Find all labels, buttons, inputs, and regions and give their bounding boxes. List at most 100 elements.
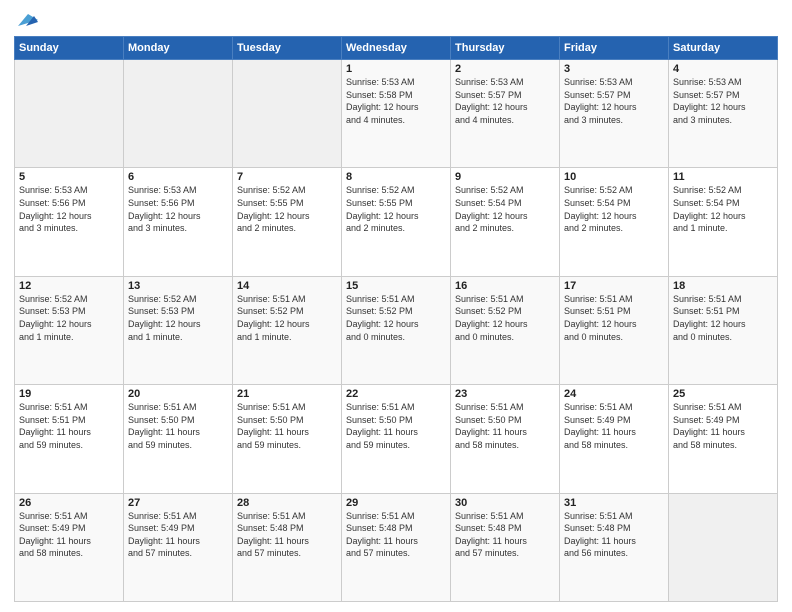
calendar-cell — [669, 493, 778, 601]
day-number: 31 — [564, 497, 664, 509]
day-info: Sunrise: 5:51 AM Sunset: 5:48 PM Dayligh… — [237, 510, 337, 560]
calendar-cell: 27Sunrise: 5:51 AM Sunset: 5:49 PM Dayli… — [124, 493, 233, 601]
week-row-2: 12Sunrise: 5:52 AM Sunset: 5:53 PM Dayli… — [15, 276, 778, 384]
calendar-cell — [124, 60, 233, 168]
day-info: Sunrise: 5:52 AM Sunset: 5:53 PM Dayligh… — [19, 293, 119, 343]
day-number: 13 — [128, 280, 228, 292]
day-number: 15 — [346, 280, 446, 292]
calendar-cell: 25Sunrise: 5:51 AM Sunset: 5:49 PM Dayli… — [669, 385, 778, 493]
day-info: Sunrise: 5:53 AM Sunset: 5:58 PM Dayligh… — [346, 76, 446, 126]
calendar-cell: 23Sunrise: 5:51 AM Sunset: 5:50 PM Dayli… — [451, 385, 560, 493]
week-row-4: 26Sunrise: 5:51 AM Sunset: 5:49 PM Dayli… — [15, 493, 778, 601]
week-row-0: 1Sunrise: 5:53 AM Sunset: 5:58 PM Daylig… — [15, 60, 778, 168]
day-header-monday: Monday — [124, 37, 233, 60]
day-number: 22 — [346, 388, 446, 400]
day-header-row: SundayMondayTuesdayWednesdayThursdayFrid… — [15, 37, 778, 60]
calendar-cell: 17Sunrise: 5:51 AM Sunset: 5:51 PM Dayli… — [560, 276, 669, 384]
day-info: Sunrise: 5:53 AM Sunset: 5:57 PM Dayligh… — [564, 76, 664, 126]
calendar-cell: 14Sunrise: 5:51 AM Sunset: 5:52 PM Dayli… — [233, 276, 342, 384]
day-number: 26 — [19, 497, 119, 509]
day-header-thursday: Thursday — [451, 37, 560, 60]
day-number: 5 — [19, 171, 119, 183]
day-number: 24 — [564, 388, 664, 400]
page: SundayMondayTuesdayWednesdayThursdayFrid… — [0, 0, 792, 612]
day-number: 30 — [455, 497, 555, 509]
calendar-cell — [233, 60, 342, 168]
day-number: 18 — [673, 280, 773, 292]
day-info: Sunrise: 5:51 AM Sunset: 5:51 PM Dayligh… — [564, 293, 664, 343]
day-info: Sunrise: 5:52 AM Sunset: 5:53 PM Dayligh… — [128, 293, 228, 343]
day-header-wednesday: Wednesday — [342, 37, 451, 60]
day-number: 2 — [455, 63, 555, 75]
calendar-cell: 1Sunrise: 5:53 AM Sunset: 5:58 PM Daylig… — [342, 60, 451, 168]
week-row-1: 5 Sunrise: 5:53 AM Sunset: 5:56 PM Daylig… — [15, 168, 778, 276]
week-row-3: 19Sunrise: 5:51 AM Sunset: 5:51 PM Dayli… — [15, 385, 778, 493]
day-info: Sunrise: 5:51 AM Sunset: 5:52 PM Dayligh… — [346, 293, 446, 343]
day-info: Sunrise: 5:51 AM Sunset: 5:49 PM Dayligh… — [564, 401, 664, 451]
calendar-cell: 16Sunrise: 5:51 AM Sunset: 5:52 PM Dayli… — [451, 276, 560, 384]
day-info: Sunrise: 5:51 AM Sunset: 5:48 PM Dayligh… — [455, 510, 555, 560]
calendar-cell: 4Sunrise: 5:53 AM Sunset: 5:57 PM Daylig… — [669, 60, 778, 168]
calendar-cell: 10Sunrise: 5:52 AM Sunset: 5:54 PM Dayli… — [560, 168, 669, 276]
day-number: 29 — [346, 497, 446, 509]
day-header-friday: Friday — [560, 37, 669, 60]
day-info: Sunrise: 5:51 AM Sunset: 5:52 PM Dayligh… — [455, 293, 555, 343]
calendar-cell: 12Sunrise: 5:52 AM Sunset: 5:53 PM Dayli… — [15, 276, 124, 384]
day-number: 21 — [237, 388, 337, 400]
day-number: 14 — [237, 280, 337, 292]
day-info: Sunrise: 5:53 AM Sunset: 5:57 PM Dayligh… — [673, 76, 773, 126]
day-number: 20 — [128, 388, 228, 400]
day-info: Sunrise: 5:52 AM Sunset: 5:54 PM Dayligh… — [564, 184, 664, 234]
calendar-cell: 30Sunrise: 5:51 AM Sunset: 5:48 PM Dayli… — [451, 493, 560, 601]
day-info: Sunrise: 5:51 AM Sunset: 5:49 PM Dayligh… — [673, 401, 773, 451]
day-number: 3 — [564, 63, 664, 75]
day-number: 11 — [673, 171, 773, 183]
day-number: 28 — [237, 497, 337, 509]
calendar-cell: 18Sunrise: 5:51 AM Sunset: 5:51 PM Dayli… — [669, 276, 778, 384]
calendar-cell: 31Sunrise: 5:51 AM Sunset: 5:48 PM Dayli… — [560, 493, 669, 601]
day-number: 9 — [455, 171, 555, 183]
day-info: Sunrise: 5:52 AM Sunset: 5:54 PM Dayligh… — [673, 184, 773, 234]
calendar-cell: 13Sunrise: 5:52 AM Sunset: 5:53 PM Dayli… — [124, 276, 233, 384]
day-info: Sunrise: 5:51 AM Sunset: 5:50 PM Dayligh… — [237, 401, 337, 451]
day-info: Sunrise: 5:51 AM Sunset: 5:50 PM Dayligh… — [128, 401, 228, 451]
calendar-body: 1Sunrise: 5:53 AM Sunset: 5:58 PM Daylig… — [15, 60, 778, 602]
day-info: Sunrise: 5:53 AM Sunset: 5:57 PM Dayligh… — [455, 76, 555, 126]
calendar-cell: 15Sunrise: 5:51 AM Sunset: 5:52 PM Dayli… — [342, 276, 451, 384]
calendar-cell: 26Sunrise: 5:51 AM Sunset: 5:49 PM Dayli… — [15, 493, 124, 601]
day-info: Sunrise: 5:51 AM Sunset: 5:48 PM Dayligh… — [564, 510, 664, 560]
day-info: Sunrise: 5:51 AM Sunset: 5:51 PM Dayligh… — [673, 293, 773, 343]
day-info: Sunrise: 5:51 AM Sunset: 5:49 PM Dayligh… — [19, 510, 119, 560]
calendar-cell: 9Sunrise: 5:52 AM Sunset: 5:54 PM Daylig… — [451, 168, 560, 276]
calendar-cell: 22Sunrise: 5:51 AM Sunset: 5:50 PM Dayli… — [342, 385, 451, 493]
day-number: 17 — [564, 280, 664, 292]
calendar-header: SundayMondayTuesdayWednesdayThursdayFrid… — [15, 37, 778, 60]
calendar-cell: 6Sunrise: 5:53 AM Sunset: 5:56 PM Daylig… — [124, 168, 233, 276]
day-number: 19 — [19, 388, 119, 400]
day-info: Sunrise: 5:51 AM Sunset: 5:48 PM Dayligh… — [346, 510, 446, 560]
day-number: 1 — [346, 63, 446, 75]
calendar-cell: 8Sunrise: 5:52 AM Sunset: 5:55 PM Daylig… — [342, 168, 451, 276]
calendar-cell: 29Sunrise: 5:51 AM Sunset: 5:48 PM Dayli… — [342, 493, 451, 601]
logo-icon — [16, 12, 38, 28]
calendar-cell: 2Sunrise: 5:53 AM Sunset: 5:57 PM Daylig… — [451, 60, 560, 168]
calendar-cell: 19Sunrise: 5:51 AM Sunset: 5:51 PM Dayli… — [15, 385, 124, 493]
day-info: Sunrise: 5:53 AM Sunset: 5:56 PM Dayligh… — [128, 184, 228, 234]
day-number: 7 — [237, 171, 337, 183]
calendar-cell: 24Sunrise: 5:51 AM Sunset: 5:49 PM Dayli… — [560, 385, 669, 493]
calendar-cell: 7Sunrise: 5:52 AM Sunset: 5:55 PM Daylig… — [233, 168, 342, 276]
day-info: Sunrise: 5:52 AM Sunset: 5:55 PM Dayligh… — [346, 184, 446, 234]
day-info: Sunrise: 5:51 AM Sunset: 5:50 PM Dayligh… — [346, 401, 446, 451]
day-number: 8 — [346, 171, 446, 183]
calendar-cell: 11Sunrise: 5:52 AM Sunset: 5:54 PM Dayli… — [669, 168, 778, 276]
day-number: 6 — [128, 171, 228, 183]
day-number: 16 — [455, 280, 555, 292]
day-number: 12 — [19, 280, 119, 292]
day-header-tuesday: Tuesday — [233, 37, 342, 60]
day-number: 10 — [564, 171, 664, 183]
day-info: Sunrise: 5:52 AM Sunset: 5:54 PM Dayligh… — [455, 184, 555, 234]
calendar-cell: 28Sunrise: 5:51 AM Sunset: 5:48 PM Dayli… — [233, 493, 342, 601]
day-info: Sunrise: 5:51 AM Sunset: 5:52 PM Dayligh… — [237, 293, 337, 343]
calendar-cell: 5Sunrise: 5:53 AM Sunset: 5:56 PM Daylig… — [15, 168, 124, 276]
calendar-cell: 21Sunrise: 5:51 AM Sunset: 5:50 PM Dayli… — [233, 385, 342, 493]
